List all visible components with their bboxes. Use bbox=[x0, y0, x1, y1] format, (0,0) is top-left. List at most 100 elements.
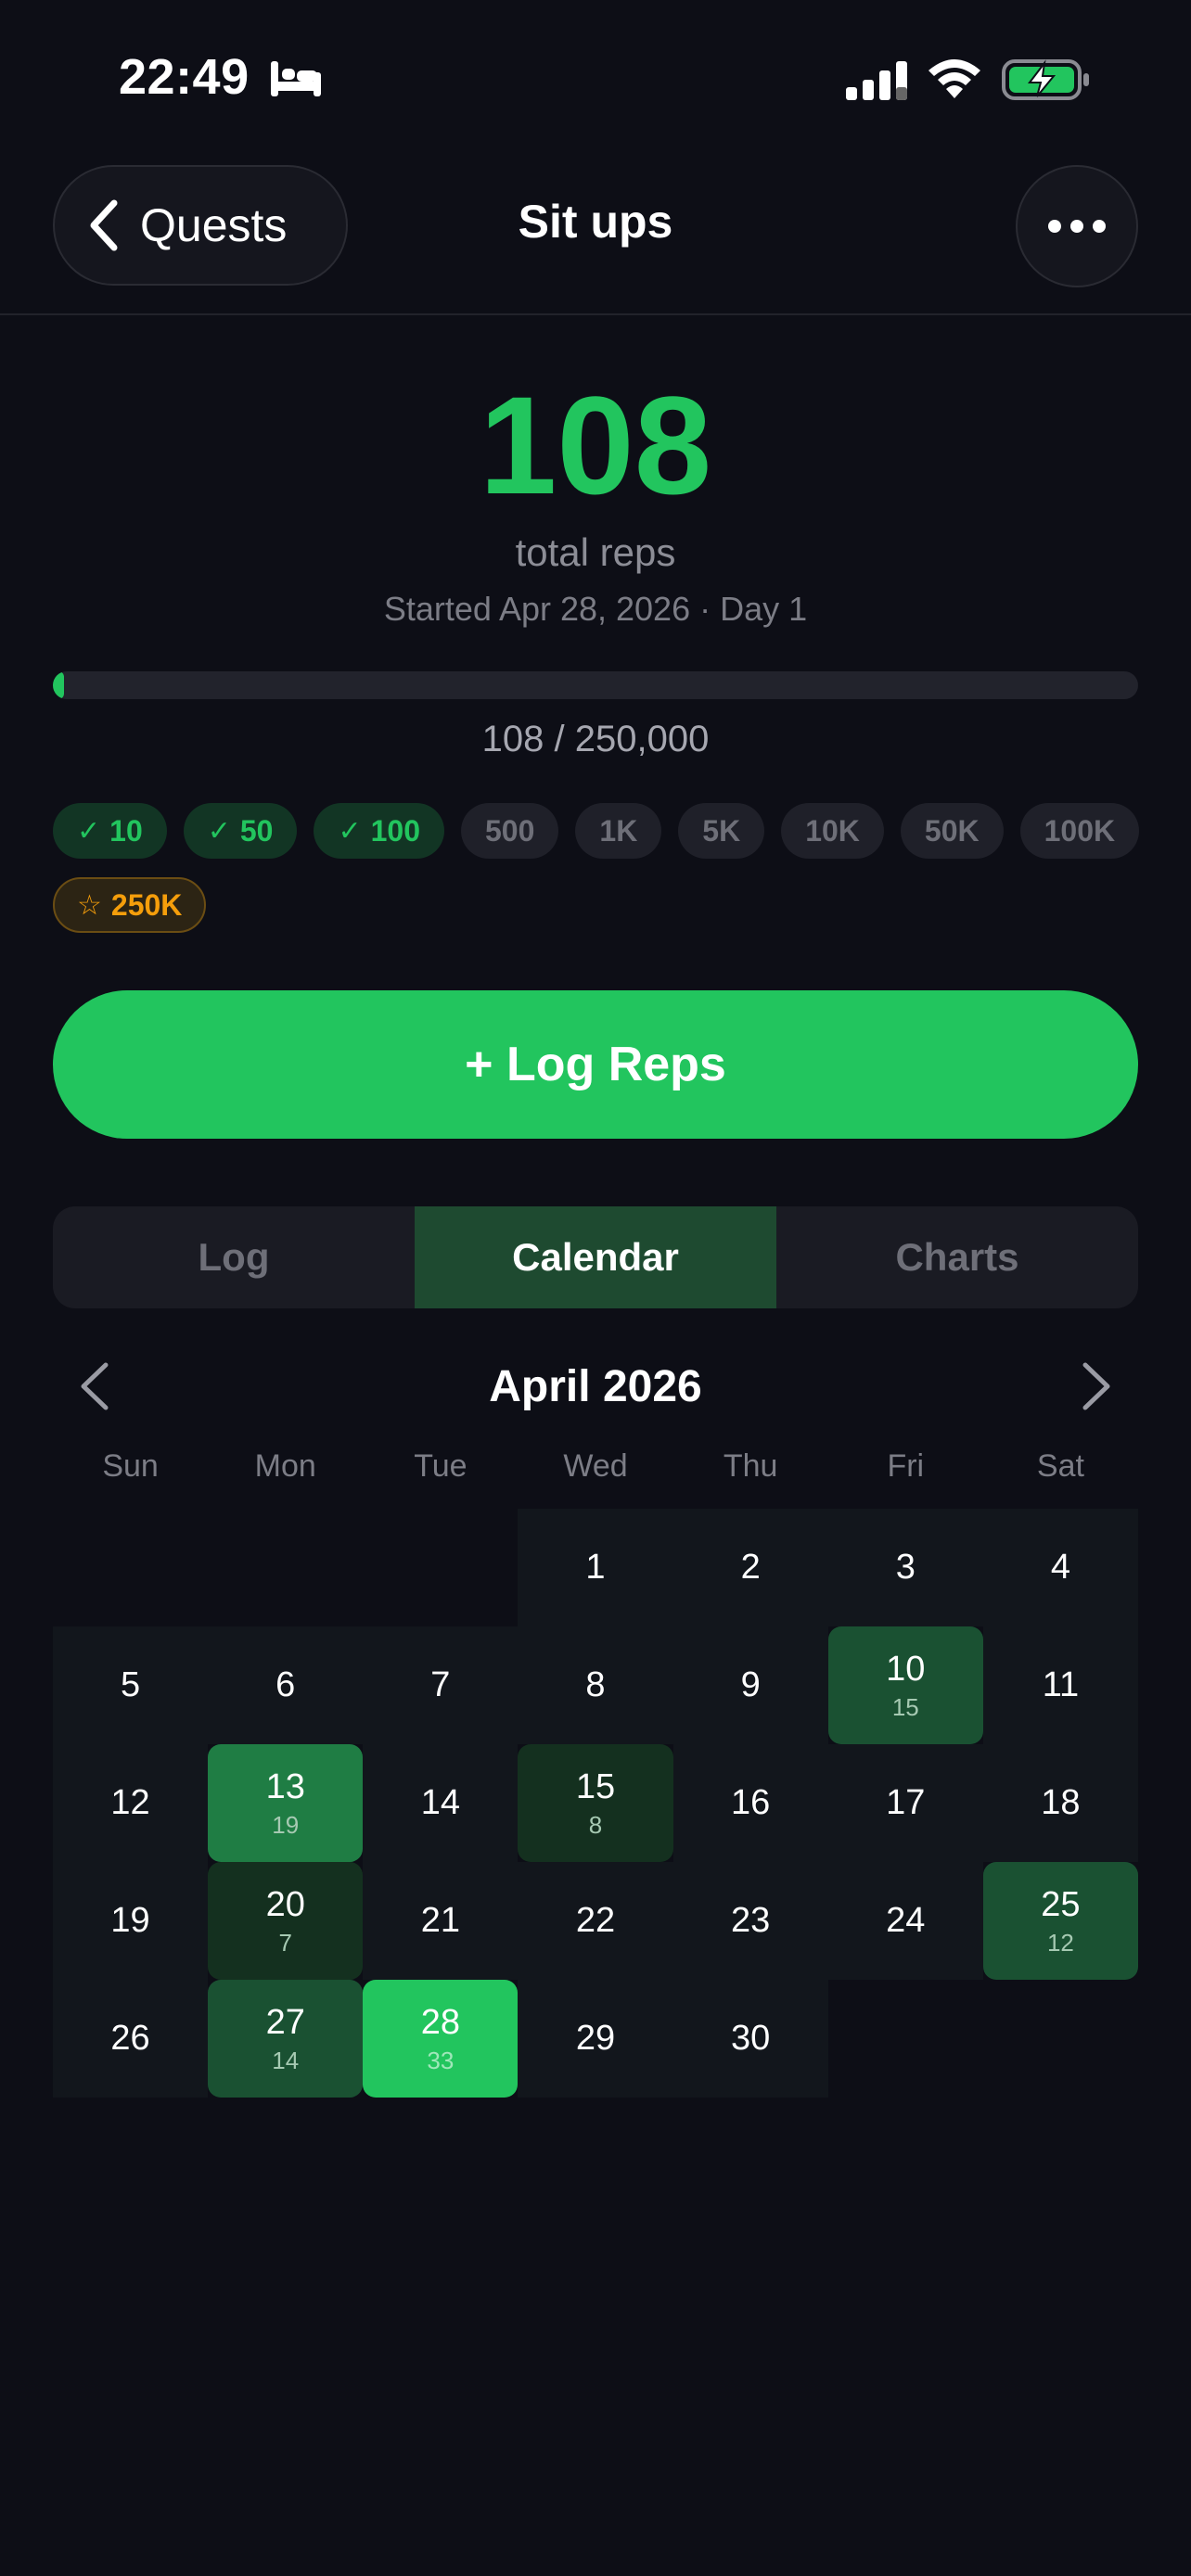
calendar-day[interactable]: 16 bbox=[672, 1744, 828, 1862]
check-icon: ✓ bbox=[77, 815, 101, 847]
milestone-label: 10 bbox=[109, 813, 143, 848]
day-number: 20 bbox=[265, 1884, 305, 1924]
calendar-day[interactable]: 19 bbox=[53, 1862, 209, 1980]
bed-icon bbox=[271, 61, 321, 96]
day-number: 3 bbox=[895, 1548, 916, 1587]
tab-charts[interactable]: Charts bbox=[776, 1206, 1138, 1308]
day-rep-count: 15 bbox=[891, 1692, 919, 1721]
next-month-icon[interactable] bbox=[1078, 1361, 1115, 1411]
milestone-label: 1K bbox=[599, 813, 638, 848]
milestone-label: 5K bbox=[702, 813, 741, 848]
calendar-day[interactable]: 21 bbox=[363, 1862, 519, 1980]
calendar-day[interactable]: 14 bbox=[363, 1744, 519, 1862]
calendar-day[interactable]: 15 8 bbox=[518, 1744, 673, 1862]
calendar-day[interactable]: 4 bbox=[982, 1509, 1138, 1626]
calendar-day[interactable]: 10 15 bbox=[827, 1626, 983, 1744]
calendar-day[interactable]: 29 bbox=[518, 1980, 673, 2098]
calendar-day[interactable]: 1 bbox=[518, 1509, 673, 1626]
more-options-button[interactable] bbox=[1016, 165, 1138, 287]
calendar-day[interactable]: 3 bbox=[827, 1509, 983, 1626]
calendar-day[interactable]: 30 bbox=[672, 1980, 828, 2098]
day-rep-count: 7 bbox=[278, 1928, 292, 1957]
calendar-day[interactable]: 24 bbox=[827, 1862, 983, 1980]
calendar-day[interactable]: 12 bbox=[53, 1744, 209, 1862]
day-rep-count: 19 bbox=[272, 1810, 300, 1839]
tab-log[interactable]: Log bbox=[53, 1206, 415, 1308]
milestone-label: 250K bbox=[110, 887, 183, 922]
day-number: 8 bbox=[585, 1665, 606, 1704]
calendar-day[interactable]: 18 bbox=[982, 1744, 1138, 1862]
check-icon: ✓ bbox=[207, 815, 231, 847]
status-time: 22:49 bbox=[119, 49, 250, 105]
ellipsis-icon bbox=[1048, 220, 1106, 233]
milestone-chips: ✓ 10 ✓ 50 ✓ 100 500 1K 5K 10K 50K 100K ☆ 250K bbox=[53, 803, 1147, 933]
day-number: 2 bbox=[740, 1548, 761, 1587]
day-number: 6 bbox=[275, 1665, 296, 1704]
calendar-day[interactable]: 20 7 bbox=[208, 1862, 364, 1980]
day-number: 22 bbox=[575, 1901, 616, 1940]
header-divider bbox=[0, 313, 1191, 315]
weekday-label: Sun bbox=[102, 1448, 159, 1484]
calendar-day[interactable]: 7 bbox=[363, 1626, 519, 1744]
day-number: 19 bbox=[110, 1901, 150, 1940]
milestone-chip: ✓ 10 bbox=[53, 803, 167, 859]
day-number: 5 bbox=[121, 1665, 141, 1704]
day-number: 11 bbox=[1042, 1665, 1080, 1704]
weekday-label: Thu bbox=[723, 1448, 778, 1484]
calendar-day[interactable]: 11 bbox=[982, 1626, 1138, 1744]
weekday-header: Sun Mon Tue Wed Thu Fri Sat bbox=[53, 1448, 1138, 1485]
day-number: 14 bbox=[420, 1783, 460, 1822]
calendar-day[interactable]: 6 bbox=[208, 1626, 364, 1744]
total-reps-value: 108 bbox=[479, 367, 712, 523]
day-number: 7 bbox=[430, 1665, 451, 1704]
day-number: 24 bbox=[886, 1901, 926, 1940]
calendar-day[interactable]: 22 bbox=[518, 1862, 673, 1980]
day-number: 16 bbox=[730, 1783, 771, 1822]
day-number: 30 bbox=[730, 2019, 771, 2058]
milestone-chip: 100K bbox=[1019, 803, 1140, 859]
view-tabs: Log Calendar Charts bbox=[53, 1206, 1138, 1308]
milestone-label: 500 bbox=[485, 813, 535, 848]
calendar-day[interactable]: 25 12 bbox=[982, 1862, 1138, 1980]
calendar-day[interactable]: 26 bbox=[53, 1980, 209, 2098]
day-number: 4 bbox=[1050, 1548, 1070, 1587]
tab-calendar[interactable]: Calendar bbox=[415, 1206, 776, 1308]
progress-fill bbox=[53, 671, 64, 699]
page-title: Sit ups bbox=[518, 196, 673, 248]
weekday-label: Sat bbox=[1036, 1448, 1084, 1484]
day-rep-count: 8 bbox=[588, 1810, 603, 1839]
progress-bar bbox=[53, 671, 1138, 699]
milestone-chip: ✓ 100 bbox=[314, 803, 444, 859]
calendar-day[interactable]: 28 33 bbox=[363, 1980, 519, 2098]
milestone-label: 100 bbox=[370, 813, 420, 848]
calendar-day[interactable]: 5 bbox=[53, 1626, 209, 1744]
calendar-day[interactable]: 9 bbox=[672, 1626, 828, 1744]
weekday-label: Fri bbox=[887, 1448, 925, 1484]
calendar-day[interactable]: 2 bbox=[672, 1509, 828, 1626]
milestone-chip: 10K bbox=[781, 803, 884, 859]
started-date: Started Apr 28, 2026 · Day 1 bbox=[383, 590, 808, 628]
day-number: 9 bbox=[740, 1665, 761, 1704]
signal-icon bbox=[846, 61, 907, 100]
day-number: 1 bbox=[585, 1548, 606, 1587]
calendar-day[interactable]: 23 bbox=[672, 1862, 828, 1980]
milestone-chip: 500 bbox=[461, 803, 559, 859]
calendar-day[interactable]: 27 14 bbox=[208, 1980, 364, 2098]
day-rep-count: 14 bbox=[272, 2046, 300, 2074]
day-number: 15 bbox=[575, 1766, 616, 1806]
calendar-day[interactable]: 13 19 bbox=[208, 1744, 364, 1862]
day-number: 26 bbox=[110, 2019, 150, 2058]
milestone-label: 10K bbox=[805, 813, 860, 848]
day-number: 18 bbox=[1041, 1783, 1081, 1822]
calendar-day[interactable]: 17 bbox=[827, 1744, 983, 1862]
weekday-label: Tue bbox=[414, 1448, 467, 1484]
day-number: 21 bbox=[420, 1901, 460, 1940]
milestone-chip: ☆ 250K bbox=[53, 877, 207, 933]
calendar-empty-cell bbox=[53, 1509, 208, 1626]
milestone-label: 50K bbox=[924, 813, 980, 848]
milestone-label: 100K bbox=[1044, 813, 1116, 848]
calendar-day[interactable]: 8 bbox=[518, 1626, 673, 1744]
log-reps-button[interactable]: + Log Reps bbox=[53, 990, 1138, 1139]
progress-text: 108 / 250,000 bbox=[481, 719, 710, 759]
weekday-label: Wed bbox=[563, 1448, 628, 1484]
